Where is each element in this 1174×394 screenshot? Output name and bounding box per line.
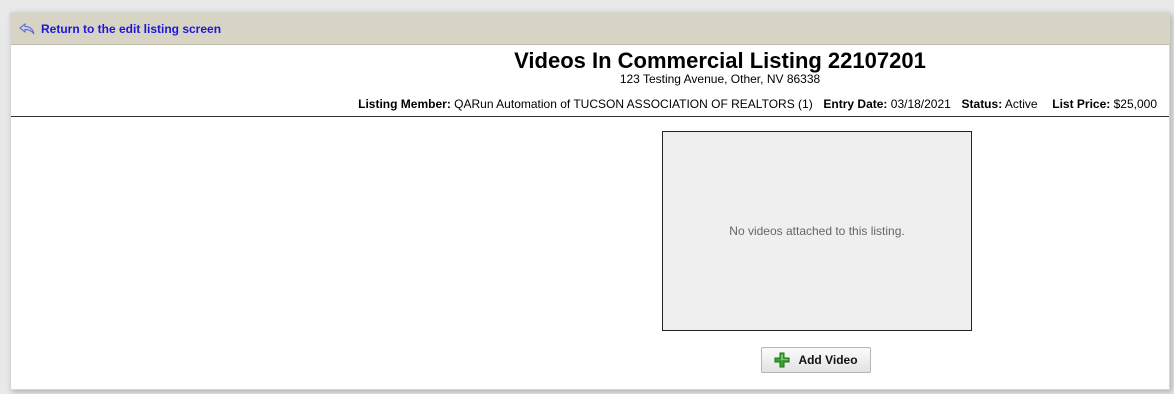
list-price-label: List Price:: [1052, 97, 1111, 111]
video-viewer: No videos attached to this listing.: [662, 131, 972, 331]
listing-address: 123 Testing Avenue, Other, NV 86338: [619, 72, 821, 86]
page-title: Videos In Commercial Listing 22107201: [514, 48, 926, 73]
list-price-value: $25,000: [1113, 97, 1157, 111]
plus-icon: [774, 352, 790, 368]
listing-member-value: QARun Automation of TUCSON ASSOCIATION O…: [454, 97, 813, 111]
return-bar: Return to the edit listing screen: [11, 13, 1169, 45]
return-arrow-icon: [19, 22, 35, 36]
listing-meta: Listing Member: QARun Automation of TUCS…: [358, 97, 1157, 111]
entry-date-value: 03/18/2021: [890, 97, 951, 111]
return-link-label[interactable]: Return to the edit listing screen: [41, 22, 221, 36]
no-videos-message: No videos attached to this listing.: [729, 224, 905, 238]
entry-date-label: Entry Date:: [823, 97, 888, 111]
status-label: Status:: [961, 97, 1003, 111]
add-video-label[interactable]: Add Video: [798, 353, 857, 367]
listing-header: Videos In Commercial Listing 22107201 12…: [11, 45, 1169, 117]
add-video-button[interactable]: Add Video: [761, 347, 871, 373]
status-value: Active: [1004, 97, 1038, 111]
listing-member-label: Listing Member:: [358, 97, 451, 111]
return-to-edit-link[interactable]: Return to the edit listing screen: [19, 22, 221, 36]
page-frame: Return to the edit listing screen Videos…: [10, 12, 1170, 390]
video-content: No videos attached to this listing. Add …: [11, 117, 1169, 387]
